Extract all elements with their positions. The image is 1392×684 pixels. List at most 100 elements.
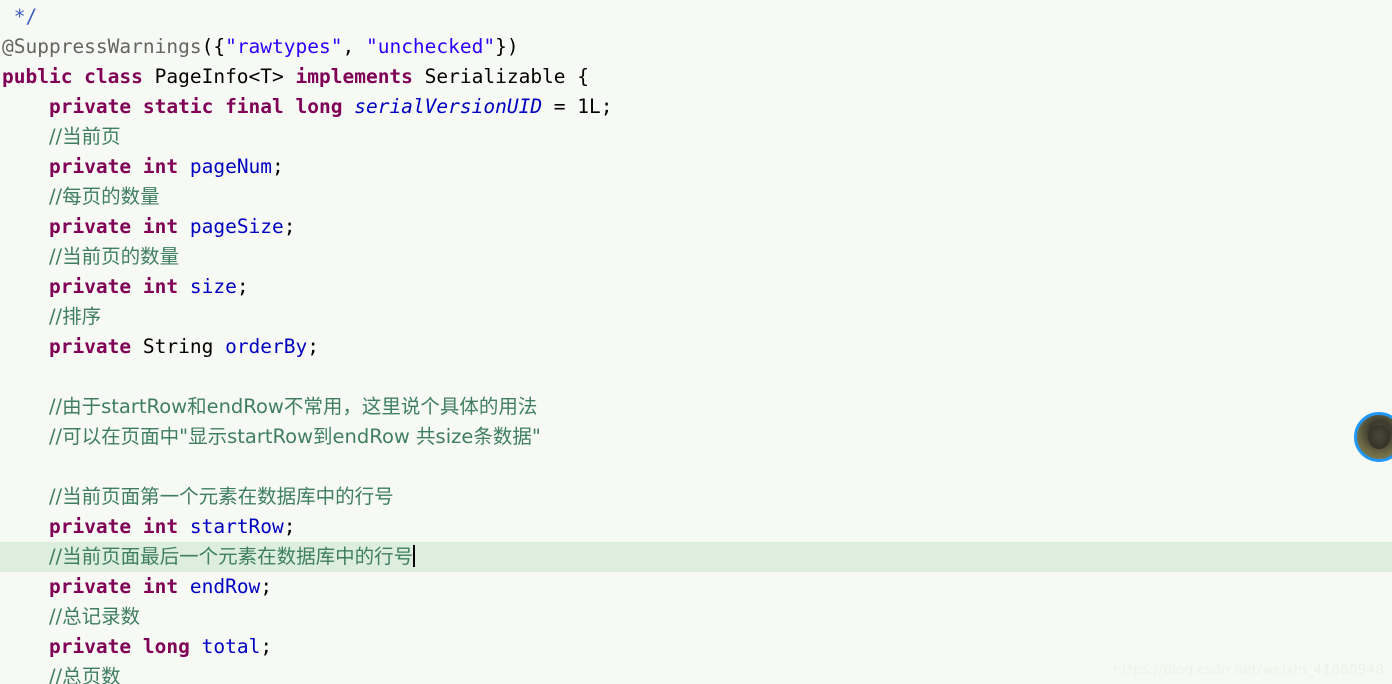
code-token: ; [260,575,273,598]
code-token: ; [283,215,296,238]
code-token: implements [295,65,413,88]
line-comment-startrow-endrow-note[interactable]: //由于startRow和endRow不常用，这里说个具体的用法 [0,392,1392,422]
code-token: pageNum [189,155,273,178]
code-token: private int [48,155,179,178]
code-token: //总页数 [48,665,121,684]
code-token: private int [48,215,179,238]
line-comment-page-display-note[interactable]: //可以在页面中"显示startRow到endRow 共size条数据" [0,422,1392,452]
code-token: ({ [201,35,226,58]
code-token: //由于startRow和endRow不常用，这里说个具体的用法 [48,395,538,418]
code-token: startRow [189,515,284,538]
code-token: PageInfo<T> [142,65,296,88]
code-token: private int [48,515,179,538]
code-token: private int [48,275,179,298]
code-token: ; [236,275,249,298]
code-token: total [201,635,261,658]
code-token: ; [283,515,296,538]
code-token: orderBy [225,335,308,358]
code-token: private long [48,635,190,658]
line-class-decl[interactable]: public class PageInfo<T> implements Seri… [0,62,1392,92]
code-token: //排序 [48,305,102,328]
line-field-orderby[interactable]: private String orderBy; [0,332,1392,362]
code-editor[interactable]: */ @SuppressWarnings({"rawtypes", "unchec… [0,0,1392,684]
code-token: private [48,335,132,358]
code-token: public class [2,65,143,88]
line-blank-2[interactable] [0,452,1392,482]
code-token: //当前页面第一个元素在数据库中的行号 [48,485,394,508]
line-field-pagesize[interactable]: private int pageSize; [0,212,1392,242]
line-comment-endrow[interactable]: //当前页面最后一个元素在数据库中的行号 [0,542,1392,572]
code-token: "unchecked" [365,35,496,58]
code-token: , [342,35,366,58]
code-token: //可以在页面中"显示startRow到endRow 共size条数据" [48,425,541,448]
code-token: endRow [189,575,261,598]
code-token: */ [13,5,38,28]
code-token: "rawtypes" [225,35,343,58]
code-token: //当前页 [48,125,121,148]
line-javadoc-close[interactable]: */ [0,2,1392,32]
code-token: ; [307,335,320,358]
line-comment-orderby[interactable]: //排序 [0,302,1392,332]
code-token: ; [272,155,284,178]
code-token: String [131,335,226,358]
line-field-pagenum[interactable]: private int pageNum; [0,152,1392,182]
watermark-text: https://blog.csdn.net/weixin_41660948 [1113,662,1384,678]
line-comment-total[interactable]: //总记录数 [0,602,1392,632]
line-field-endrow[interactable]: private int endRow; [0,572,1392,602]
line-serialversionuid[interactable]: private static final long serialVersionU… [0,92,1392,122]
code-token: serialVersionUID [354,95,543,118]
line-blank-1[interactable] [0,362,1392,392]
line-field-size[interactable]: private int size; [0,272,1392,302]
code-token: //当前页面最后一个元素在数据库中的行号 [48,545,414,568]
code-token: Serializable { [412,65,590,88]
line-comment-pagesize[interactable]: //每页的数量 [0,182,1392,212]
code-token: //总记录数 [48,605,141,628]
text-caret [413,545,416,567]
line-comment-pagenum[interactable]: //当前页 [0,122,1392,152]
line-comment-size[interactable]: //当前页的数量 [0,242,1392,272]
code-token: //当前页的数量 [48,245,180,268]
code-token: = 1L; [542,95,613,118]
code-token: }) [495,35,519,58]
line-comment-startrow[interactable]: //当前页面第一个元素在数据库中的行号 [0,482,1392,512]
code-token: pageSize [189,215,284,238]
code-token: //每页的数量 [48,185,160,208]
line-field-total[interactable]: private long total; [0,632,1392,662]
line-field-startrow[interactable]: private int startRow; [0,512,1392,542]
code-token: private int [48,575,179,598]
avatar-face [1368,424,1390,450]
code-lines-container[interactable]: */ @SuppressWarnings({"rawtypes", "unchec… [0,0,1392,684]
code-token: @SuppressWarnings [2,35,202,58]
line-suppresswarnings[interactable]: @SuppressWarnings({"rawtypes", "unchecke… [0,32,1392,62]
code-token: size [189,275,237,298]
code-token: ; [260,635,273,658]
